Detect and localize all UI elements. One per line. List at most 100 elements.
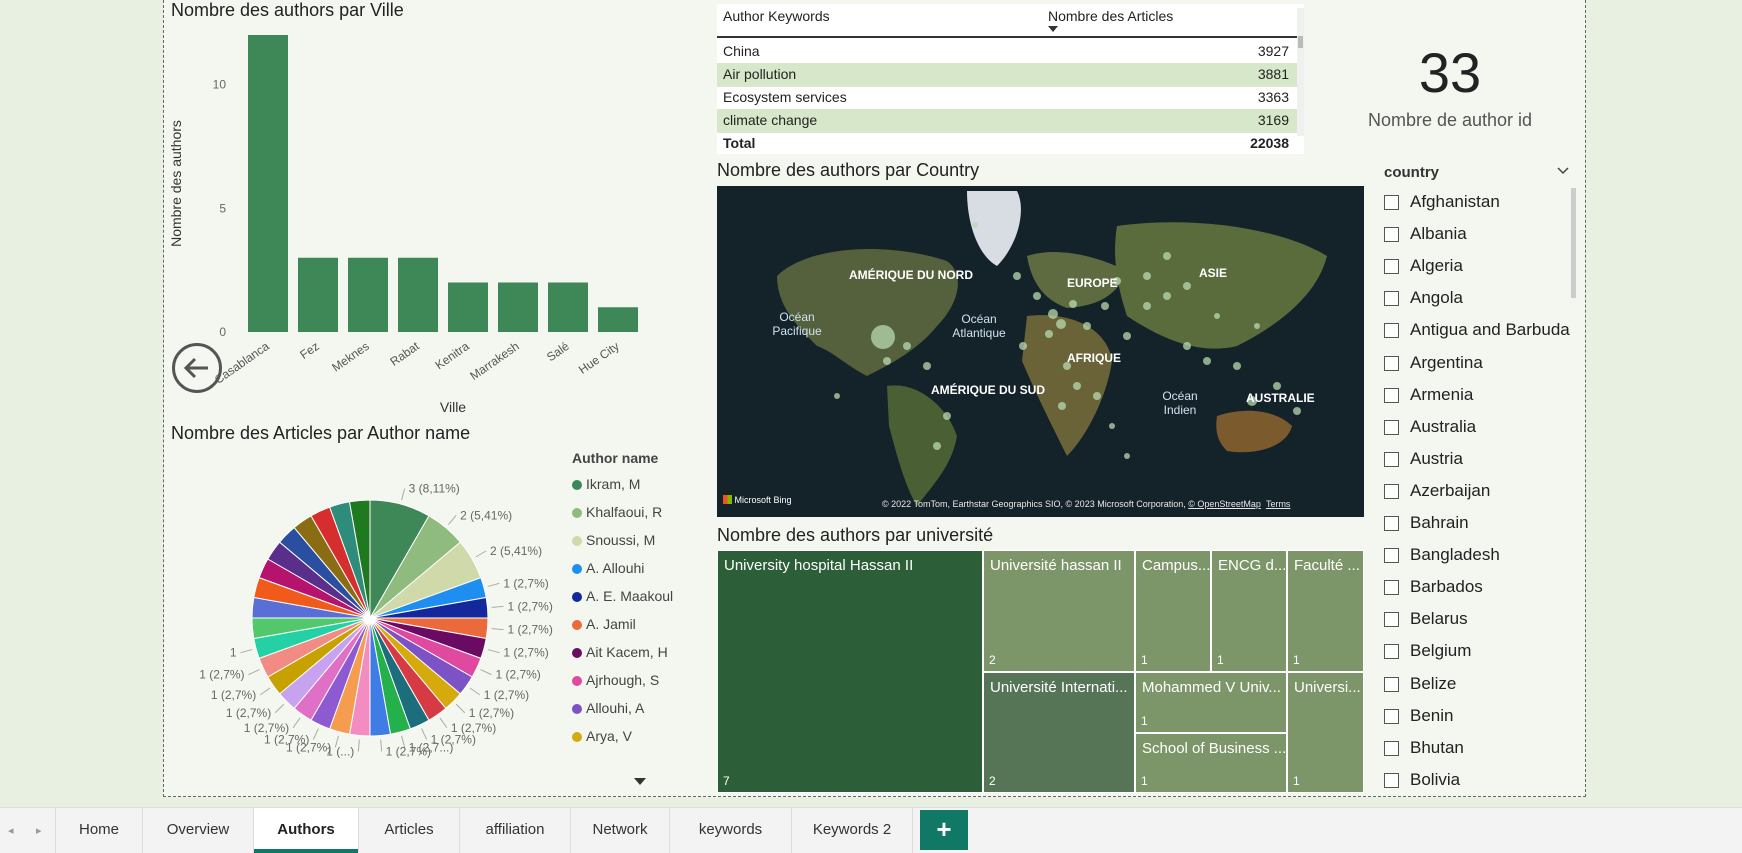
map-bubble[interactable] [1203, 357, 1211, 365]
scroll-right-icon[interactable]: ▸ [36, 824, 42, 837]
bar[interactable] [598, 307, 638, 332]
checkbox[interactable] [1384, 323, 1399, 339]
checkbox[interactable] [1384, 291, 1399, 307]
terms-link[interactable]: Terms [1266, 499, 1291, 509]
treemap-cell[interactable]: Mohammed V Univ... 1 [1135, 672, 1287, 733]
legend-item[interactable]: A. Jamil [572, 616, 636, 632]
map-bubble[interactable] [1143, 272, 1151, 280]
map-bubble[interactable] [1048, 309, 1058, 319]
tab-articles[interactable]: Articles [359, 808, 460, 853]
table-scrollbar[interactable] [1297, 8, 1304, 136]
tab-keywords-2[interactable]: Keywords 2 [792, 808, 913, 853]
map-bubble[interactable] [1233, 362, 1241, 370]
checkbox[interactable] [1384, 740, 1399, 756]
map-bubble[interactable] [1083, 322, 1091, 330]
university-treemap[interactable]: University hospital Hassan II 7 Université… [717, 550, 1364, 793]
map-bubble[interactable] [1143, 302, 1151, 310]
bar[interactable] [298, 257, 338, 332]
checkbox[interactable] [1384, 259, 1399, 275]
treemap-cell[interactable]: School of Business ... 1 [1135, 733, 1287, 793]
map-bubble[interactable] [1045, 330, 1053, 338]
bar[interactable] [448, 282, 488, 333]
checkbox[interactable] [1384, 483, 1399, 499]
tab-authors[interactable]: Authors [254, 808, 359, 853]
map-bubble[interactable] [1056, 319, 1066, 329]
bar[interactable] [498, 282, 538, 333]
table-row[interactable]: Air pollution 3881 [717, 63, 1297, 87]
map-bubble[interactable] [871, 325, 895, 349]
checkbox[interactable] [1384, 644, 1399, 660]
map-bubble[interactable] [1019, 342, 1027, 350]
treemap-cell[interactable]: University hospital Hassan II 7 [717, 550, 983, 793]
map-bubble[interactable] [1254, 323, 1260, 329]
col-header-articles[interactable]: Nombre des Articles [1048, 8, 1173, 24]
country-map[interactable]: AMÉRIQUE DU NORD EUROPE ASIE Océan Pacifi… [717, 186, 1364, 517]
legend-item[interactable]: Ajrhough, S [572, 672, 659, 688]
legend-scroll-down-icon[interactable] [634, 778, 646, 785]
checkbox[interactable] [1384, 195, 1399, 210]
map-bubble[interactable] [923, 362, 931, 370]
map-bubble[interactable] [1033, 292, 1041, 300]
map-bubble[interactable] [1101, 302, 1109, 310]
legend-item[interactable]: A. Allouhi [572, 560, 644, 576]
chevron-down-icon[interactable] [1556, 165, 1570, 177]
city-bar-chart[interactable]: 0510Nombre des authorsCasablanca Fez Mekne… [163, 22, 711, 422]
table-row[interactable]: Ecosystem services 3363 [717, 86, 1297, 110]
map-bubble[interactable] [972, 222, 978, 228]
legend-item[interactable]: Allouhi, A [572, 700, 644, 716]
legend-item[interactable]: Ikram, M [572, 476, 640, 492]
bar[interactable] [548, 282, 588, 333]
legend-item[interactable]: A. E. Maakoul [572, 588, 673, 604]
map-bubble[interactable] [903, 342, 911, 350]
map-bubble[interactable] [1183, 342, 1191, 350]
treemap-cell[interactable]: ENCG d... 1 [1211, 550, 1287, 672]
bar[interactable] [348, 257, 388, 332]
map-bubble[interactable] [1058, 402, 1066, 410]
map-bubble[interactable] [1214, 313, 1220, 319]
slicer-scrollbar[interactable] [1571, 188, 1576, 298]
map-bubble[interactable] [883, 357, 891, 365]
checkbox[interactable] [1384, 580, 1399, 596]
map-bubble[interactable] [1163, 292, 1171, 300]
tab-home[interactable]: Home [56, 808, 143, 853]
legend-item[interactable]: Khalfaoui, R [572, 504, 662, 520]
map-bubble[interactable] [1093, 392, 1101, 400]
map-bubble[interactable] [1293, 407, 1301, 415]
checkbox[interactable] [1384, 419, 1399, 435]
checkbox[interactable] [1384, 708, 1399, 724]
legend-item[interactable]: Ait Kacem, H [572, 644, 668, 660]
openstreetmap-link[interactable]: © OpenStreetMap [1188, 499, 1261, 509]
map-bubble[interactable] [1073, 382, 1081, 390]
add-page-button[interactable]: + [920, 810, 968, 850]
map-bubble[interactable] [943, 412, 951, 420]
map-bubble[interactable] [1109, 423, 1115, 429]
map-bubble[interactable] [1183, 282, 1191, 290]
table-row[interactable]: China 3927 [717, 40, 1297, 64]
map-bubble[interactable] [1123, 332, 1131, 340]
map-bubble[interactable] [1163, 252, 1171, 260]
tab-overview[interactable]: Overview [143, 808, 254, 853]
checkbox[interactable] [1384, 548, 1399, 564]
checkbox[interactable] [1384, 227, 1399, 243]
col-header-keywords[interactable]: Author Keywords [723, 8, 830, 24]
legend-item[interactable]: Arya, V [572, 728, 632, 744]
back-button[interactable] [172, 343, 222, 393]
map-bubble[interactable] [1124, 453, 1130, 459]
scroll-left-icon[interactable]: ◂ [8, 824, 14, 837]
treemap-cell[interactable]: Universi... 1 [1287, 672, 1364, 793]
author-pie-chart[interactable]: 3 (8,11%)2 (5,41%)2 (5,41%)1 (2,7%)1 (2,… [170, 460, 570, 780]
map-bubble[interactable] [1013, 272, 1021, 280]
treemap-cell[interactable]: Campus... 1 [1135, 550, 1211, 672]
table-scrollbar-thumb[interactable] [1298, 36, 1303, 48]
treemap-cell[interactable]: Université hassan II 2 [983, 550, 1135, 672]
treemap-cell[interactable]: Faculté ... 1 [1287, 550, 1364, 672]
bar[interactable] [248, 35, 288, 332]
checkbox[interactable] [1384, 612, 1399, 628]
checkbox[interactable] [1384, 451, 1399, 467]
map-bubble[interactable] [1069, 300, 1077, 308]
map-bubble[interactable] [834, 393, 840, 399]
checkbox[interactable] [1384, 676, 1399, 692]
legend-item[interactable]: Snoussi, M [572, 532, 655, 548]
table-row[interactable]: climate change 3169 [717, 109, 1297, 133]
treemap-cell[interactable]: Université Internati... 2 [983, 672, 1135, 793]
